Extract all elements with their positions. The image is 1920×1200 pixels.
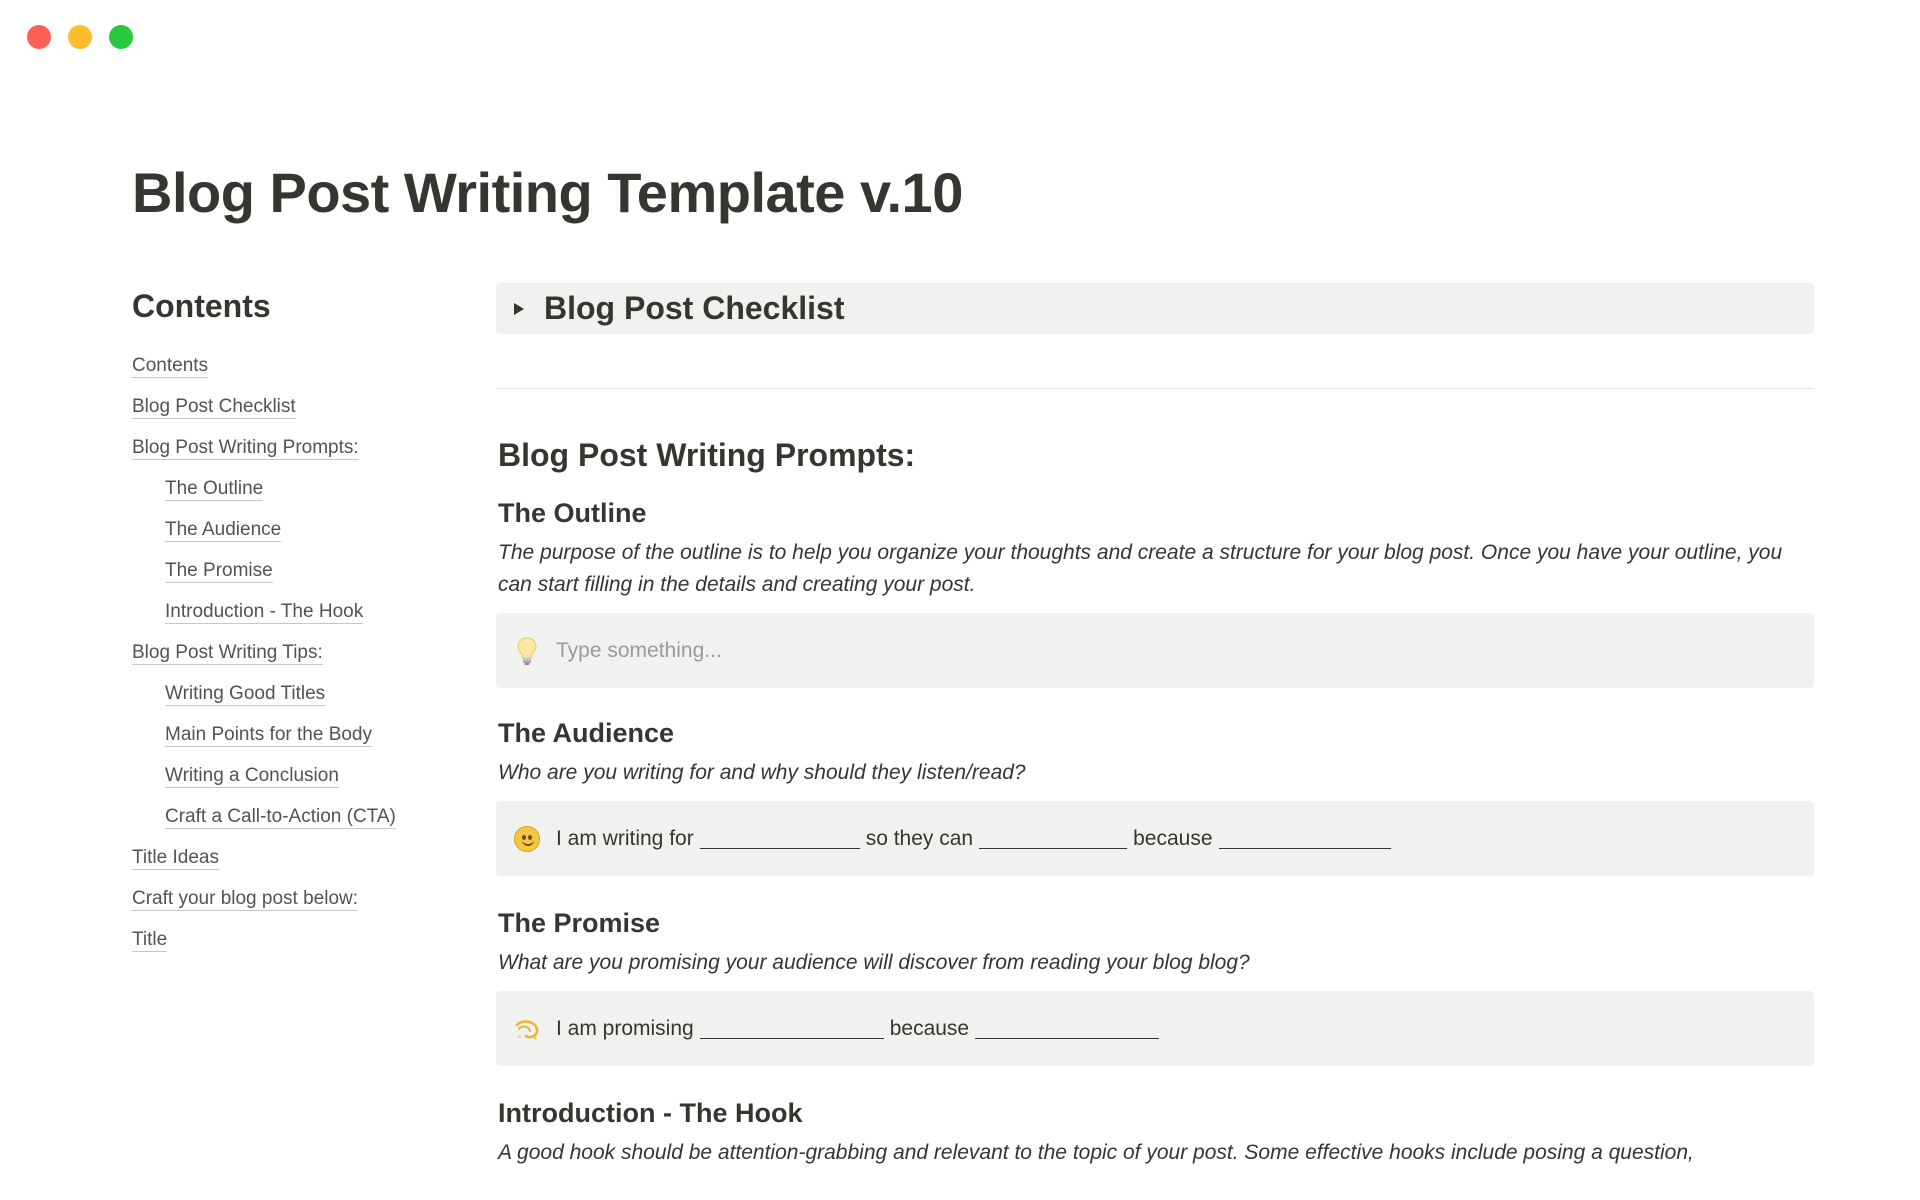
toc-link[interactable]: Contents — [132, 345, 462, 386]
hook-heading: Introduction - The Hook — [498, 1098, 803, 1128]
checklist-toggle[interactable]: Blog Post Checklist — [496, 283, 1814, 334]
toc-link[interactable]: The Outline — [132, 468, 462, 509]
toc-link[interactable]: Main Points for the Body — [132, 714, 462, 755]
toc-link-label: Introduction - The Hook — [165, 601, 364, 624]
audience-blank-2[interactable] — [979, 829, 1128, 849]
toc-link-label: Writing Good Titles — [165, 683, 326, 706]
zoom-window-button[interactable] — [109, 25, 133, 49]
promise-description: What are you promising your audience wil… — [498, 951, 1250, 974]
toc-link-label: Blog Post Writing Prompts: — [132, 437, 359, 460]
checklist-toggle-title: Blog Post Checklist — [544, 290, 845, 326]
toc-link-label: Blog Post Writing Tips: — [132, 642, 323, 665]
page-title[interactable]: Blog Post Writing Template v.10 — [132, 160, 963, 225]
toc-link-label: The Outline — [165, 478, 264, 501]
toc-link-label: Main Points for the Body — [165, 724, 372, 747]
toc-link-label: Writing a Conclusion — [165, 765, 339, 788]
toc-link[interactable]: Blog Post Checklist — [132, 386, 462, 427]
promise-part-1[interactable]: I am promising — [556, 1017, 694, 1041]
divider — [496, 388, 1814, 389]
audience-heading: The Audience — [498, 718, 675, 748]
audience-part-3[interactable]: because — [1133, 827, 1212, 851]
triangle-right-icon[interactable] — [514, 302, 524, 315]
toc-link[interactable]: Introduction - The Hook — [132, 591, 462, 632]
toc-link-label: Title Ideas — [132, 847, 219, 870]
toc-link-label: Blog Post Checklist — [132, 396, 296, 419]
promise-blank-1[interactable] — [699, 1019, 884, 1039]
promise-blank-2[interactable] — [975, 1019, 1160, 1039]
toc-link[interactable]: Title — [132, 919, 462, 960]
minimize-window-button[interactable] — [68, 25, 92, 49]
table-of-contents: Contents Contents Blog Post Checklist Blog… — [132, 288, 462, 960]
toc-link[interactable]: Writing Good Titles — [132, 673, 462, 714]
hook-description: A good hook should be attention-grabbing… — [498, 1141, 1694, 1164]
callout-input[interactable]: Type something... — [556, 639, 722, 663]
toc-heading: Contents — [132, 288, 271, 324]
promise-callout[interactable]: I am promising because — [496, 991, 1814, 1066]
toc-link[interactable]: The Promise — [132, 550, 462, 591]
toc-list: Contents Blog Post Checklist Blog Post Wri… — [132, 345, 462, 960]
audience-callout[interactable]: I am writing for so they can because — [496, 801, 1814, 876]
outline-description: The purpose of the outline is to help yo… — [498, 541, 1783, 596]
outline-callout[interactable]: Type something... — [496, 613, 1814, 688]
toc-link[interactable]: The Audience — [132, 509, 462, 550]
toc-link[interactable]: Blog Post Writing Prompts: — [132, 427, 462, 468]
main-content: Blog Post Checklist Blog Post Writing Pr… — [496, 283, 1814, 1169]
close-window-button[interactable] — [27, 25, 51, 49]
promise-part-2[interactable]: because — [890, 1017, 969, 1041]
toc-link-label: The Promise — [165, 560, 273, 583]
audience-blank-1[interactable] — [699, 829, 860, 849]
lightbulb-icon[interactable] — [512, 636, 542, 666]
promise-heading: The Promise — [498, 908, 661, 938]
smiley-icon[interactable] — [512, 824, 542, 854]
toc-link-label: Contents — [132, 355, 209, 378]
audience-description: Who are you writing for and why should t… — [498, 761, 1026, 784]
toc-link-label: Craft a Call-to-Action (CTA) — [165, 806, 396, 829]
toc-link-label: Title — [132, 929, 168, 952]
toc-link[interactable]: Blog Post Writing Tips: — [132, 632, 462, 673]
toc-link-label: Craft your blog post below: — [132, 888, 359, 911]
dizzy-icon[interactable] — [512, 1014, 542, 1044]
window-controls — [27, 25, 133, 49]
toc-link[interactable]: Craft your blog post below: — [132, 878, 462, 919]
audience-blank-3[interactable] — [1218, 829, 1391, 849]
audience-part-2[interactable]: so they can — [866, 827, 973, 851]
toc-link-label: The Audience — [165, 519, 282, 542]
toc-link[interactable]: Craft a Call-to-Action (CTA) — [132, 796, 462, 837]
toc-link[interactable]: Title Ideas — [132, 837, 462, 878]
prompts-heading: Blog Post Writing Prompts: — [498, 437, 916, 473]
audience-part-1[interactable]: I am writing for — [556, 827, 694, 851]
outline-heading: The Outline — [498, 498, 647, 528]
toc-link[interactable]: Writing a Conclusion — [132, 755, 462, 796]
